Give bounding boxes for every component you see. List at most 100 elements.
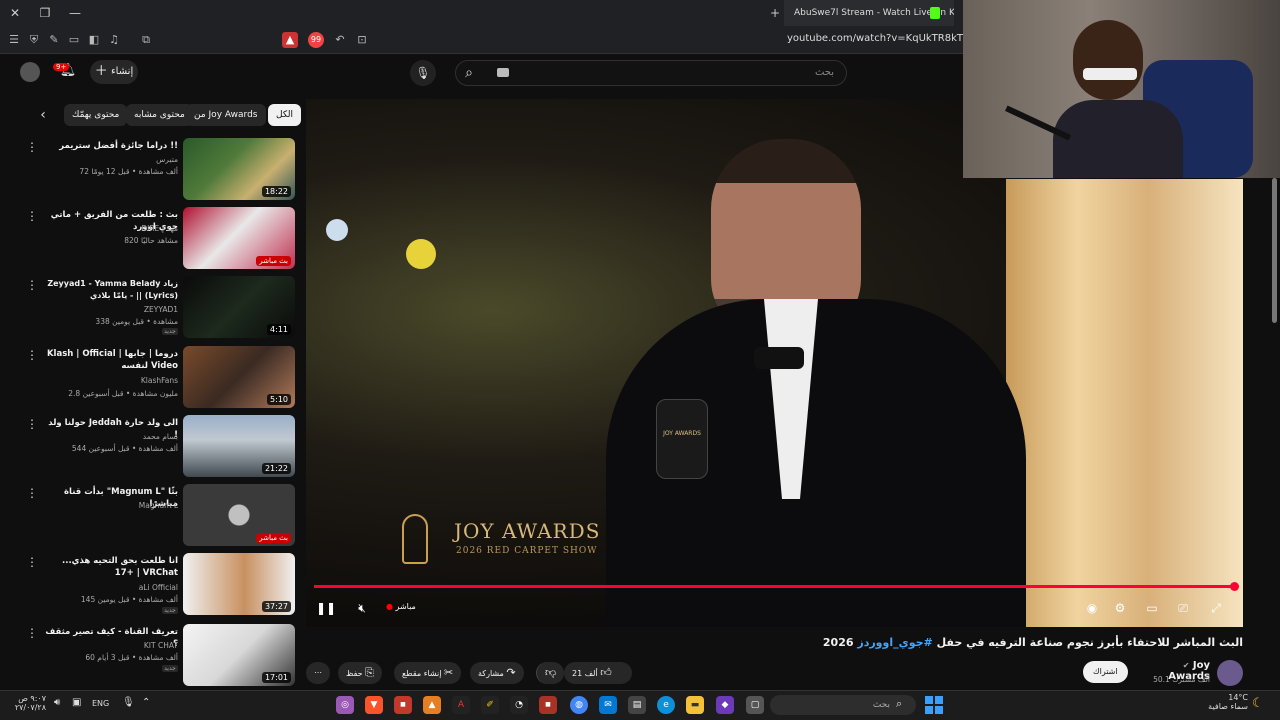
music-icon[interactable]: ♫ [106,32,122,48]
mute-icon[interactable]: 🔇︎ [352,600,372,616]
taskbar-search[interactable]: بحث [770,695,916,715]
more-vert-icon[interactable]: ⋮ [26,626,38,640]
chip-all[interactable]: الكل [268,104,302,126]
extension-icon[interactable]: ▲ [282,32,298,48]
video-thumbnail[interactable]: 4:11 [183,276,295,338]
app-icon-red-2[interactable]: ■ [539,696,557,714]
file-explorer-icon[interactable]: ▬ [686,696,704,714]
list-item[interactable]: ⋮ Klash | Official | دروما | جابها لنفسه… [18,346,298,412]
speaker-icon[interactable]: 🔊︎ [54,697,60,708]
brave-browser-icon[interactable]: ▼ [365,696,383,714]
chevron-up-icon[interactable]: ⌃ [142,697,150,708]
clip-button[interactable]: إنشاء مقطع ✂ [394,662,462,684]
settings-gear-icon[interactable]: ⚙ [1110,600,1130,616]
share-button[interactable]: مشاركة ↷ [470,662,524,684]
keyboard-icon[interactable] [497,68,509,77]
channel-name[interactable]: DIRE | مهد [44,224,178,233]
like-button[interactable]: 21 ألف 👍︎ [564,662,632,684]
screenshot-icon[interactable]: ⧉ [138,32,154,48]
app-icon-a[interactable]: A [452,696,470,714]
voice-search-button[interactable]: 🎙︎ [410,60,436,86]
chevron-left-icon[interactable]: ‹ [34,106,52,124]
app-icon-purple[interactable]: ◆ [716,696,734,714]
mic-tray-icon[interactable]: 🎙︎ [122,697,135,708]
subscribe-button[interactable]: اشتراك [1083,661,1128,683]
weather-widget[interactable]: 14°C سماء صافية [1196,693,1248,711]
autoplay-toggle-icon[interactable]: ◉ [1082,600,1102,616]
list-item[interactable]: ⋮ انا طلعت بحق التحيه هذي... 17+ | VRCha… [18,553,298,619]
search-icon[interactable]: ⌕ [455,60,483,86]
vlc-icon[interactable]: ▲ [423,696,441,714]
store-icon[interactable]: ▤ [628,696,646,714]
video-thumbnail[interactable]: 18:22 [183,138,295,200]
more-vert-icon[interactable]: ⋮ [26,209,38,223]
browser-tab-active[interactable]: AbuSwe7l Stream - Watch Live on Ki [784,0,954,26]
obs-icon[interactable]: ◔ [510,696,528,714]
address-bar[interactable]: youtube.com/watch?v=KqUkTR8kT [760,33,963,44]
list-item[interactable]: ⋮ حولنا ولد Jeddah الى ولد حارة ! بسام م… [18,415,298,481]
language-indicator[interactable]: ENG [92,699,109,708]
video-title[interactable]: انا طلعت بحق التحيه هذي... 17+ | VRChat [44,555,178,579]
dislike-button[interactable]: 👎︎ [536,662,564,684]
edge-icon[interactable]: e [657,696,675,714]
app-icon-window[interactable]: ▢ [746,696,764,714]
close-window-icon[interactable]: ✕ [6,4,24,22]
video-thumbnail[interactable]: 37:27 [183,553,295,615]
channel-name[interactable]: aLi Official [44,583,178,592]
mail-icon[interactable]: ✉ [599,696,617,714]
more-vert-icon[interactable]: ⋮ [26,417,38,431]
video-thumbnail[interactable]: 21:22 [183,415,295,477]
hashtag-link[interactable]: #جوي_اووردز [857,636,932,649]
menu-icon[interactable]: ☰ [6,32,22,48]
windows-start-icon[interactable] [925,696,943,714]
live-indicator[interactable]: ● مباشر [386,602,416,611]
scrollbar[interactable] [1272,178,1277,323]
fullscreen-icon[interactable]: ⤢ [1206,600,1226,616]
list-item[interactable]: ⋮ دراما جائزة أفضل ستريمر !! متبرس 72 أل… [18,138,298,204]
progress-bar[interactable] [314,585,1236,588]
channel-name[interactable]: KlashFans [44,376,178,385]
clock[interactable]: ٩:٠٧ ص ٢٧/٠٧/٢٨ [10,694,46,712]
video-thumbnail[interactable]: 17:01 [183,624,295,686]
video-title[interactable]: Klash | Official | دروما | جابها لنفسه V… [44,348,178,372]
pen-tool-icon[interactable]: ✐ [481,696,499,714]
more-vert-icon[interactable]: ⋮ [26,348,38,362]
video-title[interactable]: دراما جائزة أفضل ستريمر !! [44,140,178,152]
create-button[interactable]: ＋ إنشاء [90,60,138,84]
tabs-icon[interactable]: ▭ [66,32,82,48]
more-vert-icon[interactable]: ⋮ [26,486,38,500]
channel-name[interactable]: متبرس [44,155,178,164]
app-icon-red[interactable]: ■ [394,696,412,714]
cast-icon[interactable]: ⎚ [1173,600,1193,616]
more-vert-icon[interactable]: ⋮ [26,140,38,154]
video-title[interactable]: Zeyyad1 - Yamma Belady زياد - يامّا بلاد… [44,278,178,302]
pip-icon[interactable]: ⊡ [354,32,370,48]
chip-for-you[interactable]: محتوى يهمّك [64,104,128,126]
channel-name[interactable]: Magnum L [44,501,178,510]
more-actions-button[interactable]: ⋯ [306,662,330,684]
more-vert-icon[interactable]: ⋮ [26,278,38,292]
new-tab-button[interactable]: + [766,4,784,22]
channel-name[interactable]: ZEYYAD1 [44,305,178,314]
video-thumbnail[interactable]: 5:10 [183,346,295,408]
list-item[interactable]: ⋮ تعريف القناة - كيف تصير مثقف ؟ KIT CHA… [18,624,298,690]
video-thumbnail[interactable]: بث مباشر [183,484,295,546]
list-item[interactable]: ⋮ Zeyyad1 - Yamma Belady زياد - يامّا بل… [18,276,298,342]
list-item[interactable]: ⋮ بث : طلعت من الفريق + ماتي جوي اوورد D… [18,207,298,273]
shield-icon[interactable]: ⛨ [26,32,42,48]
list-item[interactable]: ⋮ بدأت قناة "Magnum L" بثًا مباشرًا Magn… [18,484,298,550]
theater-mode-icon[interactable]: ▭ [1142,600,1162,616]
chip-related[interactable]: محتوى مشابه [126,104,193,126]
pen-icon[interactable]: ✎ [46,32,62,48]
pause-icon[interactable]: ❚❚ [316,600,336,616]
chip-from-channel[interactable]: من Joy Awards [186,104,266,126]
video-thumbnail[interactable]: بث مباشر [183,207,295,269]
minimize-window-icon[interactable]: — [66,4,84,22]
back-icon[interactable]: ↶ [332,32,348,48]
network-icon[interactable]: ▣ [72,697,81,708]
save-button[interactable]: حفظ ⎘ [338,662,382,684]
scrubber-handle[interactable] [1230,582,1239,591]
restore-window-icon[interactable]: ❐ [36,4,54,22]
avatar[interactable] [20,62,40,82]
ublock-icon[interactable]: 99 [308,32,324,48]
